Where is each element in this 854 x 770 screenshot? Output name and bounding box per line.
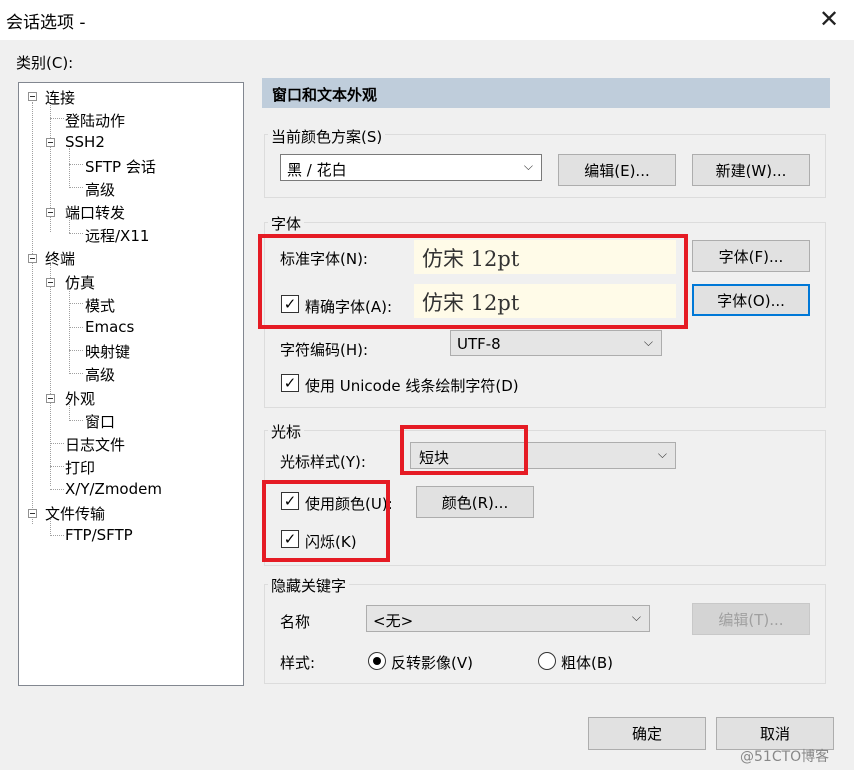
tree-item-log-file[interactable]: 日志文件 bbox=[65, 434, 125, 455]
bold-radio[interactable] bbox=[538, 652, 556, 670]
tree-item-appearance[interactable]: 外观 bbox=[65, 388, 95, 409]
chevron-down-icon: ⌵ bbox=[643, 335, 653, 349]
keyword-style-label: 样式: bbox=[280, 654, 316, 672]
panel-title: 窗口和文本外观 bbox=[272, 86, 378, 104]
title-bar bbox=[0, 0, 854, 40]
bold-label: 粗体(B) bbox=[561, 654, 613, 672]
tree-item-ssh2-advanced[interactable]: 高级 bbox=[85, 179, 115, 200]
tree-item-xyzmodem[interactable]: X/Y/Zmodem bbox=[65, 480, 162, 498]
precise-font-label: 精确字体(A): bbox=[305, 298, 393, 316]
ok-button[interactable]: 确定 bbox=[588, 717, 706, 750]
blink-checkbox[interactable]: ✓ bbox=[281, 530, 299, 548]
unicode-line-checkbox[interactable]: ✓ bbox=[281, 374, 299, 392]
color-scheme-label: 当前颜色方案(S) bbox=[268, 126, 386, 147]
close-icon[interactable]: ✕ bbox=[814, 4, 844, 34]
normal-font-display: 仿宋 12pt bbox=[414, 240, 676, 274]
panel-header: 窗口和文本外观 bbox=[262, 78, 830, 108]
collapse-icon[interactable] bbox=[46, 394, 55, 403]
normal-font-label: 标准字体(N): bbox=[280, 250, 368, 268]
category-label: 类别(C): bbox=[16, 54, 74, 72]
tree-item-printing[interactable]: 打印 bbox=[65, 457, 95, 478]
collapse-icon[interactable] bbox=[28, 254, 37, 263]
edit-scheme-button[interactable]: 编辑(E)... bbox=[558, 154, 676, 186]
collapse-icon[interactable] bbox=[28, 509, 37, 518]
encoding-value: UTF-8 bbox=[457, 335, 501, 353]
normal-font-value: 仿宋 12pt bbox=[422, 247, 520, 271]
color-scheme-value: 黑 / 花白 bbox=[287, 161, 347, 179]
use-color-checkbox[interactable]: ✓ bbox=[281, 492, 299, 510]
keyword-name-label: 名称 bbox=[280, 613, 311, 631]
watermark: @51CTO博客 bbox=[740, 749, 830, 765]
reverse-video-label: 反转影像(V) bbox=[391, 654, 473, 672]
window-title: 会话选项 - bbox=[6, 13, 86, 33]
collapse-icon[interactable] bbox=[46, 278, 55, 287]
tree-item-window[interactable]: 窗口 bbox=[85, 411, 115, 432]
tree-item-mapped-keys[interactable]: 映射键 bbox=[85, 341, 130, 362]
tree-item-remote-x11[interactable]: 远程/X11 bbox=[85, 225, 149, 246]
tree-item-connection[interactable]: 连接 bbox=[45, 87, 75, 108]
chevron-down-icon: ⌵ bbox=[657, 447, 667, 461]
collapse-icon[interactable] bbox=[46, 138, 55, 147]
category-tree[interactable]: 连接 登陆动作 SSH2 SFTP 会话 高级 端口转发 远程/X11 终端 仿… bbox=[18, 82, 244, 686]
tree-item-port-forwarding[interactable]: 端口转发 bbox=[65, 202, 125, 223]
tree-item-emulation[interactable]: 仿真 bbox=[65, 272, 95, 293]
blink-label: 闪烁(K) bbox=[305, 533, 357, 551]
keyword-name-select[interactable]: <无> ⌵ bbox=[366, 605, 650, 632]
tree-item-emacs[interactable]: Emacs bbox=[85, 318, 134, 336]
tree-item-login-actions[interactable]: 登陆动作 bbox=[65, 110, 125, 131]
keyword-edit-button[interactable]: 编辑(T)... bbox=[692, 603, 810, 635]
tree-item-ssh2[interactable]: SSH2 bbox=[65, 133, 105, 151]
color-scheme-select[interactable]: 黑 / 花白 ⌵ bbox=[280, 154, 542, 181]
reverse-video-radio[interactable] bbox=[368, 652, 386, 670]
font-group-label: 字体 bbox=[268, 213, 305, 234]
tree-item-sftp-session[interactable]: SFTP 会话 bbox=[85, 156, 156, 177]
unicode-line-label: 使用 Unicode 线条绘制字符(D) bbox=[305, 377, 519, 395]
encoding-label: 字符编码(H): bbox=[280, 341, 369, 359]
cursor-group-label: 光标 bbox=[268, 421, 305, 442]
cursor-style-label: 光标样式(Y): bbox=[280, 453, 366, 471]
chevron-down-icon: ⌵ bbox=[631, 610, 641, 624]
tree-item-emulation-advanced[interactable]: 高级 bbox=[85, 364, 115, 385]
tree-item-file-transfer[interactable]: 文件传输 bbox=[45, 503, 105, 524]
collapse-icon[interactable] bbox=[28, 92, 37, 101]
tree-item-modes[interactable]: 模式 bbox=[85, 295, 115, 316]
precise-font-value: 仿宋 12pt bbox=[422, 291, 520, 315]
cursor-style-select[interactable]: 短块 ⌵ bbox=[410, 442, 676, 469]
keyword-group-label: 隐藏关键字 bbox=[268, 575, 350, 596]
tree-item-terminal[interactable]: 终端 bbox=[45, 248, 75, 269]
encoding-select[interactable]: UTF-8 ⌵ bbox=[450, 330, 662, 356]
cursor-style-value: 短块 bbox=[419, 449, 450, 467]
normal-font-button[interactable]: 字体(F)... bbox=[692, 240, 810, 272]
precise-font-checkbox[interactable]: ✓ bbox=[281, 295, 299, 313]
tree-item-ftp-sftp[interactable]: FTP/SFTP bbox=[65, 526, 133, 544]
collapse-icon[interactable] bbox=[46, 208, 55, 217]
precise-font-button[interactable]: 字体(O)... bbox=[692, 284, 810, 316]
precise-font-display: 仿宋 12pt bbox=[414, 284, 676, 318]
keyword-name-value: <无> bbox=[373, 612, 414, 630]
new-scheme-button[interactable]: 新建(W)... bbox=[692, 154, 810, 186]
cursor-color-button[interactable]: 颜色(R)... bbox=[416, 486, 534, 518]
use-color-label: 使用颜色(U): bbox=[305, 495, 393, 513]
chevron-down-icon: ⌵ bbox=[523, 159, 533, 173]
